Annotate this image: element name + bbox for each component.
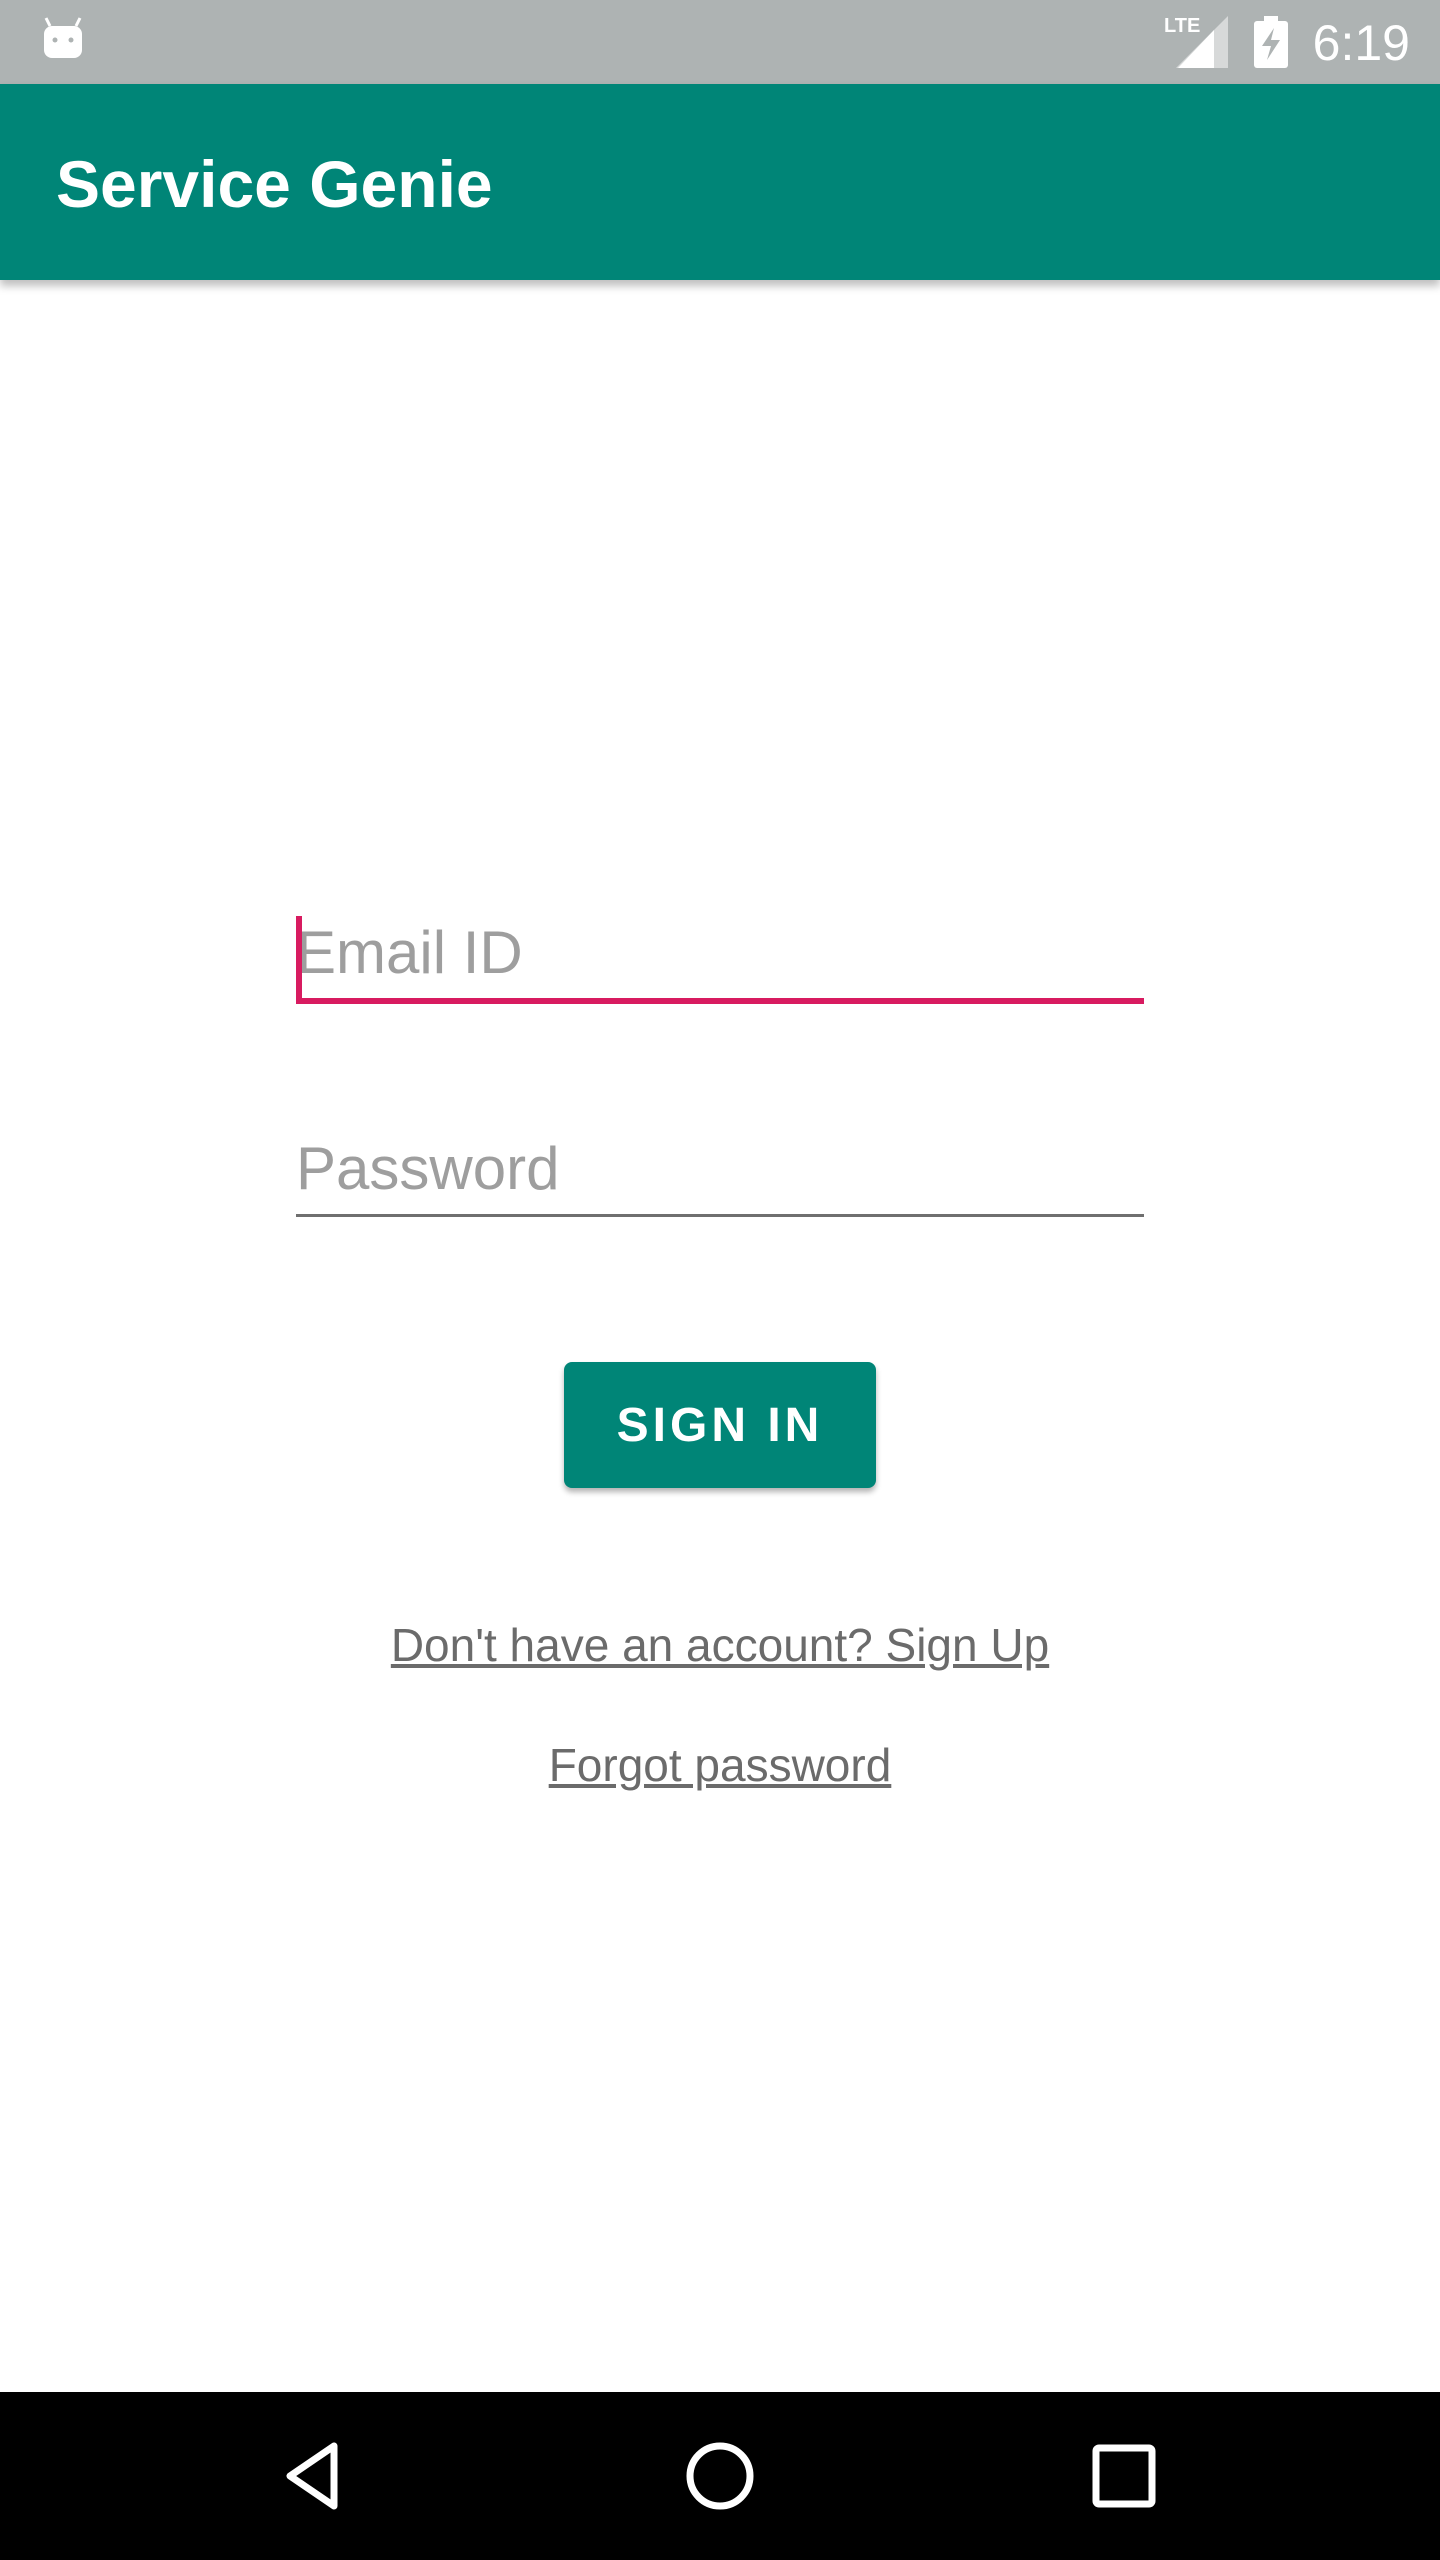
- home-icon[interactable]: [670, 2426, 770, 2526]
- recents-icon[interactable]: [1074, 2426, 1174, 2526]
- navigation-bar: [0, 2392, 1440, 2560]
- forgot-password-link[interactable]: Forgot password: [0, 1738, 1440, 1792]
- status-bar: LTE 6:19: [0, 0, 1440, 84]
- sign-up-link-label[interactable]: Don't have an account? Sign Up: [391, 1619, 1049, 1671]
- lte-signal-icon: LTE: [1164, 15, 1228, 68]
- password-underline: [296, 1214, 1144, 1217]
- password-field[interactable]: [296, 1124, 1144, 1217]
- text-cursor: [296, 916, 302, 998]
- email-field[interactable]: [296, 908, 1144, 1004]
- login-screen: LTE 6:19 Service Genie SIGN IN Don't hav…: [0, 0, 1440, 2560]
- battery-charging-icon: [1254, 16, 1288, 68]
- android-icon: [44, 17, 82, 58]
- back-icon[interactable]: [266, 2426, 366, 2526]
- forgot-password-link-label[interactable]: Forgot password: [549, 1739, 892, 1791]
- sign-in-button[interactable]: SIGN IN: [564, 1362, 876, 1488]
- clock: 6:19: [1312, 15, 1410, 71]
- password-input[interactable]: [296, 1124, 1144, 1214]
- email-input[interactable]: [296, 908, 1144, 998]
- app-title: Service Genie: [56, 147, 493, 221]
- app-bar: Service Genie: [0, 84, 1440, 280]
- sign-up-link[interactable]: Don't have an account? Sign Up: [0, 1618, 1440, 1672]
- svg-text:LTE: LTE: [1164, 15, 1200, 37]
- email-underline: [296, 998, 1144, 1004]
